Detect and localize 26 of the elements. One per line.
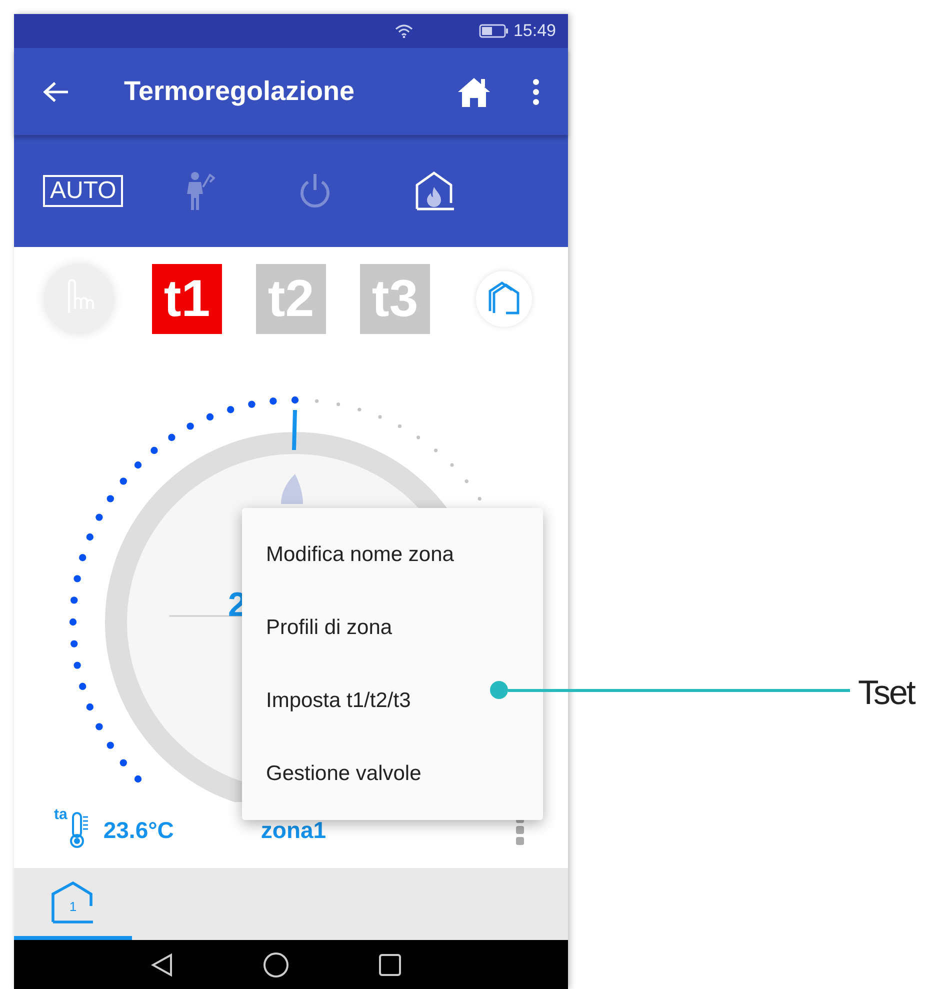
thermometer-icon xyxy=(69,811,90,849)
back-arrow-icon[interactable] xyxy=(42,80,70,104)
menu-item[interactable]: Gestione valvole xyxy=(242,737,543,810)
home-circle-icon[interactable] xyxy=(263,952,289,978)
screen-title: Termoregolazione xyxy=(124,75,355,108)
battery-icon xyxy=(479,24,510,38)
recents-icon[interactable] xyxy=(379,954,401,976)
home-icon[interactable] xyxy=(456,76,492,108)
setpoint-tick xyxy=(292,410,297,450)
room-temperature: 23.6°C xyxy=(103,816,174,845)
menu-item[interactable]: Modifica nome zona xyxy=(242,518,543,591)
time-band-button[interactable]: t1 xyxy=(152,264,222,334)
zone-number: 1 xyxy=(69,898,77,916)
status-time: 15:49 xyxy=(513,20,556,42)
auto-mode-button[interactable]: AUTO xyxy=(43,175,124,207)
back-icon[interactable] xyxy=(151,952,173,976)
menu-item[interactable]: Profili di zona xyxy=(242,591,543,664)
heating-mode-icon[interactable] xyxy=(415,171,456,211)
house-outline-icon xyxy=(50,880,96,924)
annotation-label: Tset xyxy=(858,673,914,714)
wifi-icon xyxy=(395,24,414,38)
zone-name: zona1 xyxy=(260,816,326,845)
more-options-icon[interactable] xyxy=(532,78,540,104)
sensor-label: ta xyxy=(54,805,68,825)
flame-icon xyxy=(281,474,303,504)
menu-item[interactable]: Imposta t1/t2/t3 xyxy=(242,664,543,737)
